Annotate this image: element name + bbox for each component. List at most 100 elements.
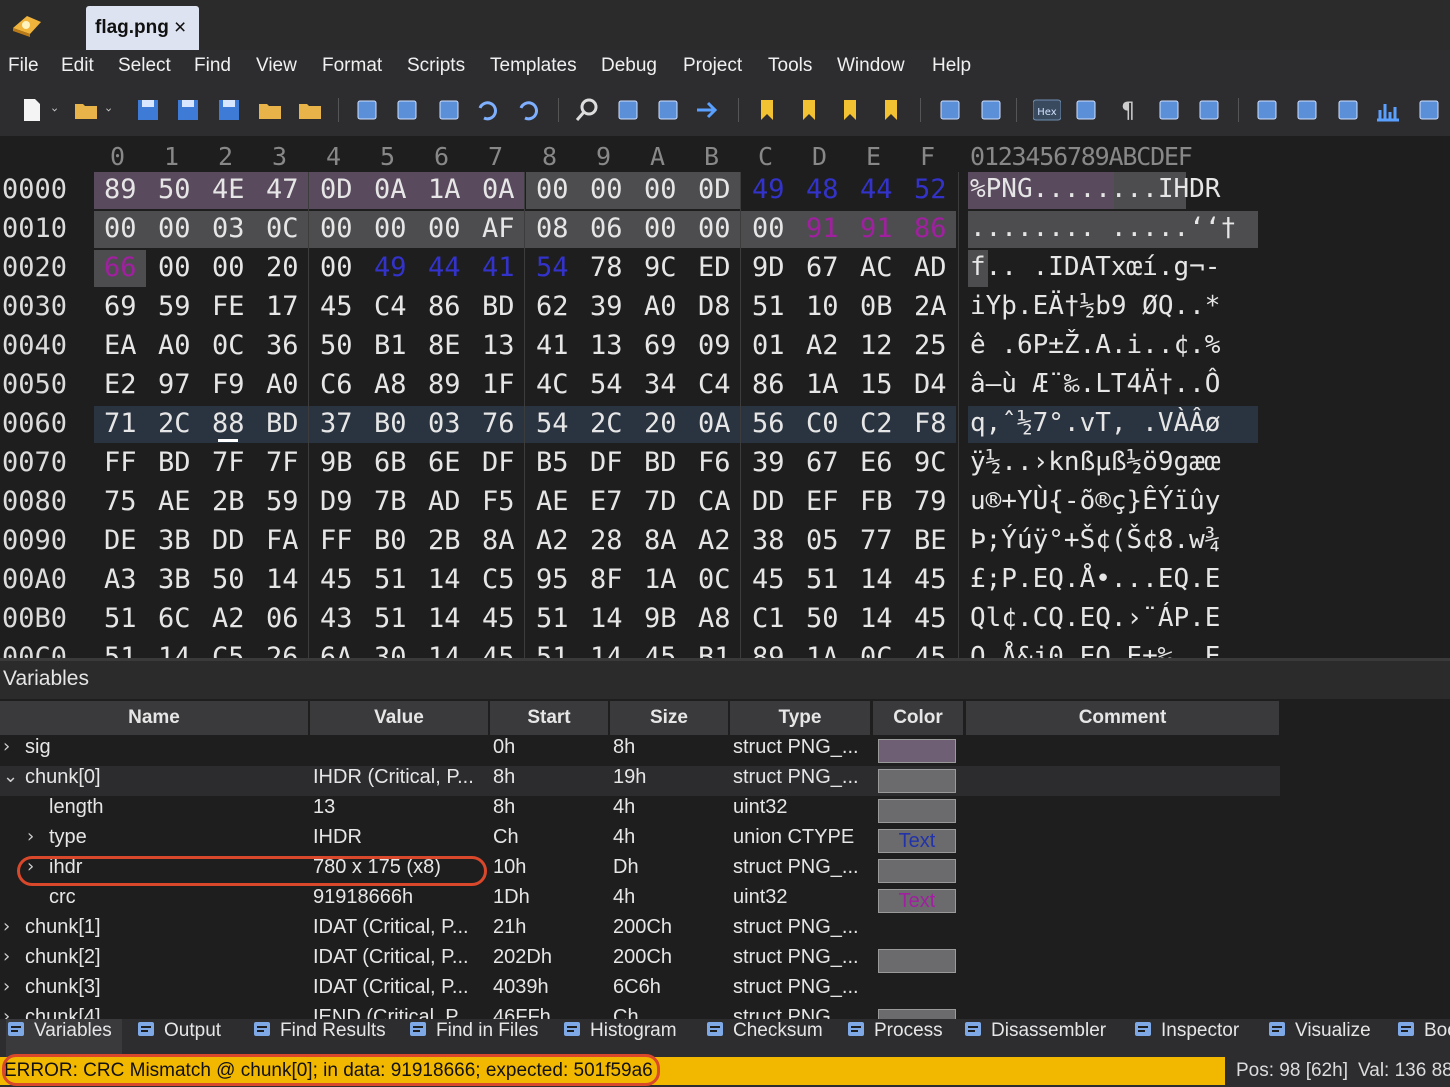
- hex-byte[interactable]: 0A: [698, 405, 731, 442]
- hex-byte[interactable]: 78: [590, 249, 623, 286]
- save-as-icon[interactable]: [174, 96, 202, 124]
- new-file-icon[interactable]: [18, 96, 46, 124]
- hex-byte[interactable]: B1: [698, 639, 731, 658]
- find-in-files-icon[interactable]: [654, 96, 682, 124]
- hex-byte[interactable]: 1A: [806, 366, 839, 403]
- color-swatch[interactable]: [878, 799, 956, 823]
- color-icon[interactable]: [1293, 96, 1321, 124]
- hex-byte[interactable]: 1A: [644, 561, 677, 598]
- menu-file[interactable]: File: [8, 55, 39, 77]
- file-tab-flag-png[interactable]: flag.png ×: [86, 6, 199, 50]
- bottom-tab-variables[interactable]: Variables: [6, 1019, 122, 1057]
- hex-byte[interactable]: 06: [590, 210, 623, 247]
- hex-byte[interactable]: 86: [914, 210, 947, 247]
- menu-find[interactable]: Find: [194, 55, 231, 77]
- color-swatch[interactable]: [878, 769, 956, 793]
- hex-byte[interactable]: 0C: [266, 210, 299, 247]
- hex-byte[interactable]: 51: [806, 561, 839, 598]
- hex-byte[interactable]: 0D: [698, 171, 731, 208]
- hex-byte[interactable]: A0: [158, 327, 191, 364]
- hex-byte[interactable]: 86: [752, 366, 785, 403]
- variables-row-type[interactable]: › type IHDR Ch 4h union CTYPE Text: [0, 826, 1280, 856]
- ascii-row-text[interactable]: u®+YÙ{-õ®ç}ÊÝïûy: [970, 483, 1260, 520]
- hex-byte[interactable]: A2: [536, 522, 569, 559]
- ascii-row-text[interactable]: iYþ.EÄ†½b9 ØQ..*: [970, 288, 1260, 325]
- hex-byte[interactable]: FE: [212, 288, 245, 325]
- hex-byte[interactable]: A3: [104, 561, 137, 598]
- hex-byte[interactable]: 41: [482, 249, 515, 286]
- hex-byte[interactable]: 14: [590, 600, 623, 637]
- hex-byte[interactable]: 43: [320, 600, 353, 637]
- column-header-name[interactable]: Name: [0, 701, 308, 735]
- bookmark-icon[interactable]: [753, 96, 781, 124]
- hex-byte[interactable]: 51: [536, 639, 569, 658]
- hex-byte[interactable]: 45: [644, 639, 677, 658]
- cut-icon[interactable]: [353, 96, 381, 124]
- hex-byte[interactable]: FA: [266, 522, 299, 559]
- hex-byte[interactable]: 8A: [644, 522, 677, 559]
- hex-byte[interactable]: 52: [914, 171, 947, 208]
- hex-byte[interactable]: 4C: [536, 366, 569, 403]
- hex-byte[interactable]: 4E: [212, 171, 245, 208]
- hex-byte[interactable]: 17: [266, 288, 299, 325]
- hex-byte[interactable]: A0: [644, 288, 677, 325]
- hex-byte[interactable]: 56: [752, 405, 785, 442]
- hex-byte[interactable]: 69: [104, 288, 137, 325]
- compare-icon[interactable]: [1334, 96, 1362, 124]
- hex-byte[interactable]: 8A: [482, 522, 515, 559]
- hex-byte[interactable]: 62: [536, 288, 569, 325]
- hex-byte[interactable]: C4: [698, 366, 731, 403]
- hex-byte[interactable]: DD: [212, 522, 245, 559]
- bookmark-toggle-icon[interactable]: [795, 96, 823, 124]
- column-header-size[interactable]: Size: [610, 701, 728, 735]
- hex-byte[interactable]: DE: [104, 522, 137, 559]
- color-swatch[interactable]: [878, 949, 956, 973]
- hex-byte[interactable]: 54: [536, 405, 569, 442]
- bottom-tab-visualize[interactable]: Visualize: [1267, 1019, 1371, 1057]
- hex-byte[interactable]: C2: [860, 405, 893, 442]
- hex-mode-icon[interactable]: Hex: [1033, 96, 1061, 124]
- hex-byte[interactable]: DF: [482, 444, 515, 481]
- open-folder-2-icon[interactable]: [256, 96, 284, 124]
- replace-icon[interactable]: [614, 96, 642, 124]
- expand-arrow-icon[interactable]: ›: [3, 736, 10, 766]
- hex-byte[interactable]: EF: [806, 483, 839, 520]
- hex-byte[interactable]: 91: [860, 210, 893, 247]
- hex-byte[interactable]: 00: [644, 210, 677, 247]
- hex-byte[interactable]: 50: [806, 600, 839, 637]
- bottom-tab-find-results[interactable]: Find Results: [252, 1019, 386, 1057]
- hex-byte[interactable]: BE: [914, 522, 947, 559]
- hex-byte[interactable]: 00: [428, 210, 461, 247]
- hex-byte[interactable]: A2: [698, 522, 731, 559]
- show-whitespace-icon[interactable]: ¶: [1114, 96, 1142, 124]
- hex-byte[interactable]: 30: [374, 639, 407, 658]
- hex-byte[interactable]: 45: [482, 639, 515, 658]
- percent-icon[interactable]: [1415, 96, 1443, 124]
- ascii-row-text[interactable]: ........ .....‘‘†: [970, 210, 1260, 247]
- open-folder-icon[interactable]: [72, 96, 100, 124]
- save-icon[interactable]: [134, 96, 162, 124]
- hex-byte[interactable]: 14: [158, 639, 191, 658]
- variables-row-length[interactable]: length 13 8h 4h uint32: [0, 796, 1280, 826]
- ascii-row-text[interactable]: f.. .IDATxœí.g¬-: [970, 249, 1260, 286]
- hex-byte[interactable]: F9: [212, 366, 245, 403]
- variables-row-chunk2[interactable]: › chunk[2] IDAT (Critical, P... 202Dh 200Ch s…: [0, 946, 1280, 976]
- close-folder-icon[interactable]: [296, 96, 324, 124]
- menu-window[interactable]: Window: [837, 55, 905, 77]
- hex-byte[interactable]: 7D: [644, 483, 677, 520]
- hex-byte[interactable]: 51: [752, 288, 785, 325]
- hex-byte[interactable]: 05: [806, 522, 839, 559]
- hex-byte[interactable]: 51: [374, 561, 407, 598]
- hex-byte[interactable]: BD: [158, 444, 191, 481]
- hex-byte[interactable]: 14: [428, 600, 461, 637]
- goto-icon[interactable]: [693, 96, 721, 124]
- hex-byte[interactable]: B0: [374, 405, 407, 442]
- hex-byte[interactable]: 00: [752, 210, 785, 247]
- hex-byte[interactable]: A8: [374, 366, 407, 403]
- column-header-value[interactable]: Value: [310, 701, 488, 735]
- hex-byte[interactable]: 44: [860, 171, 893, 208]
- ascii-row-text[interactable]: %PNG........IHDR: [970, 171, 1260, 208]
- columns-icon[interactable]: [1155, 96, 1183, 124]
- save-all-icon[interactable]: [215, 96, 243, 124]
- menu-scripts[interactable]: Scripts: [407, 55, 465, 77]
